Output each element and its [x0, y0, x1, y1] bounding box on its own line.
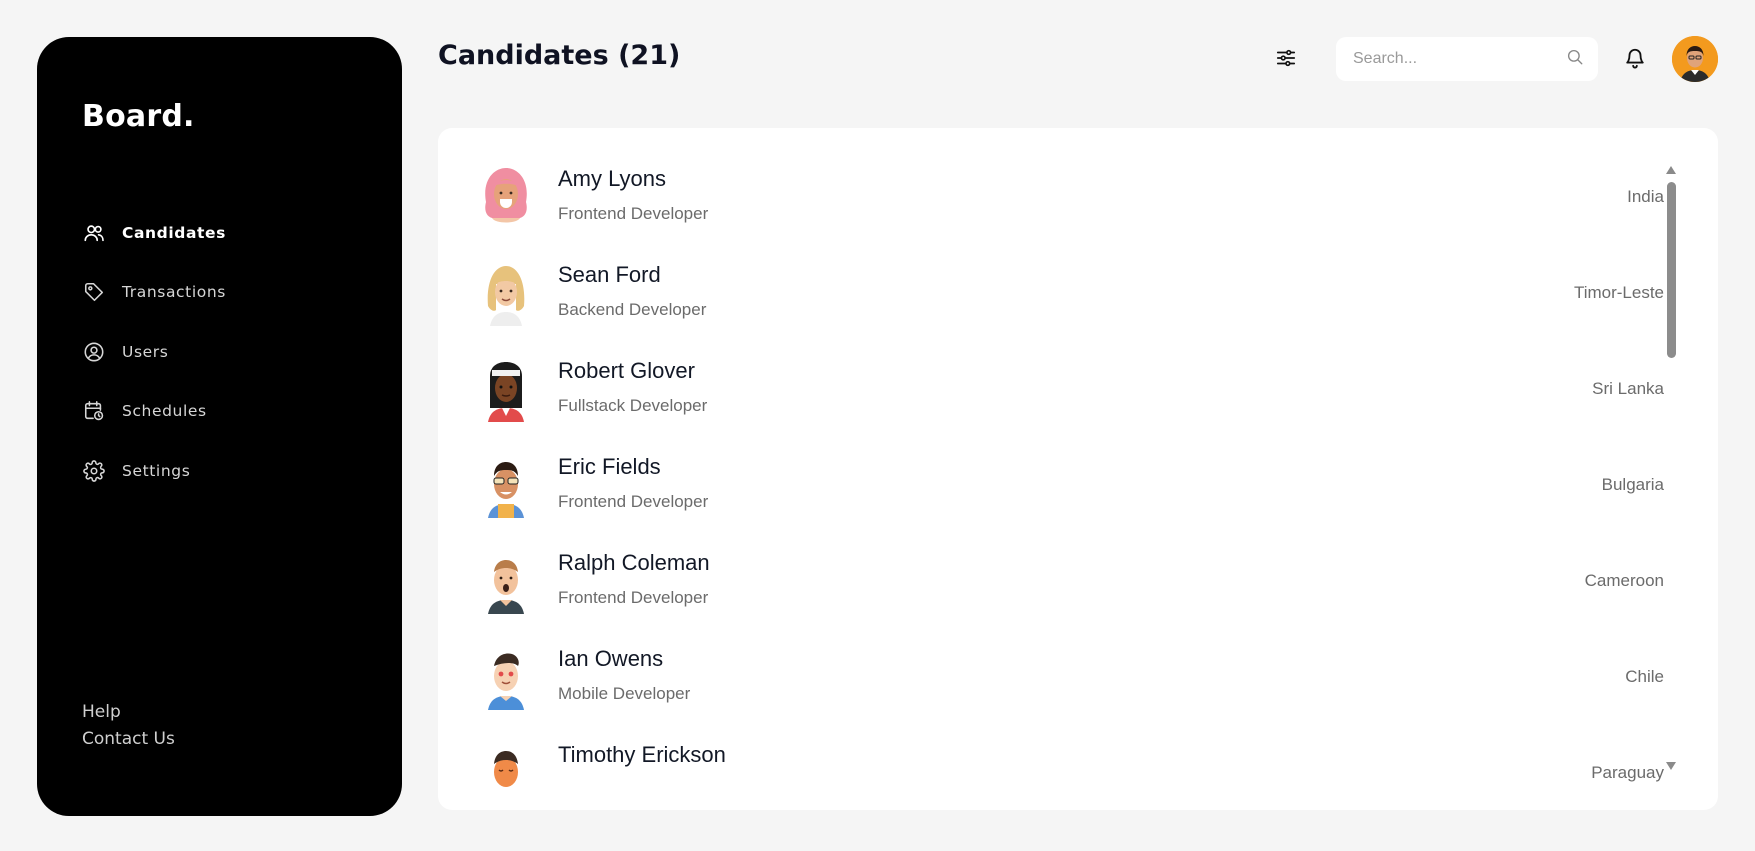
gear-icon — [82, 459, 106, 483]
candidate-name: Amy Lyons — [558, 166, 667, 191]
candidate-country: Chile — [1625, 667, 1664, 686]
bell-icon — [1624, 46, 1646, 75]
candidate-name: Eric Fields — [558, 454, 661, 479]
candidate-role: Mobile Developer — [558, 684, 691, 703]
candidates-panel: Amy Lyons Frontend Developer India Sean … — [438, 128, 1718, 810]
sliders-icon — [1275, 47, 1297, 74]
candidate-country: Paraguay — [1591, 763, 1664, 782]
candidate-avatar — [478, 262, 534, 326]
sidebar: Board. Candidates Transactions Users Sch… — [37, 37, 402, 816]
candidate-avatar — [478, 550, 534, 614]
tag-icon — [82, 280, 106, 304]
scroll-thumb[interactable] — [1667, 182, 1676, 358]
list-item[interactable]: Amy Lyons Frontend Developer India — [438, 166, 1678, 262]
candidate-name: Ralph Coleman — [558, 550, 710, 575]
candidate-name: Ian Owens — [558, 646, 664, 671]
page-title: Candidates (21) — [438, 40, 681, 71]
list-item[interactable]: Ian Owens Mobile Developer Chile — [438, 646, 1678, 742]
sidebar-item-label: Transactions — [122, 283, 226, 302]
sidebar-item-label: Settings — [122, 461, 191, 480]
brand-logo: Board. — [82, 99, 195, 134]
candidate-name: Sean Ford — [558, 262, 661, 287]
sidebar-item-settings[interactable]: Settings — [82, 441, 226, 501]
contact-us-link[interactable]: Contact Us — [82, 726, 175, 753]
candidate-role: Frontend Developer — [558, 588, 709, 607]
sidebar-item-candidates[interactable]: Candidates — [82, 203, 226, 263]
sidebar-item-label: Candidates — [122, 223, 226, 242]
notifications-button[interactable] — [1621, 46, 1649, 74]
candidate-country: Cameroon — [1584, 571, 1664, 590]
candidate-country: Timor-Leste — [1573, 283, 1664, 302]
list-item[interactable]: Sean Ford Backend Developer Timor-Leste — [438, 262, 1678, 358]
search-box — [1336, 37, 1598, 81]
users-icon — [82, 221, 106, 245]
sidebar-nav: Candidates Transactions Users Schedules … — [82, 203, 226, 501]
user-circle-icon — [82, 340, 106, 364]
candidate-name: Robert Glover — [558, 358, 695, 383]
list-item[interactable]: Timothy Erickson Paraguay — [438, 742, 1678, 804]
user-avatar[interactable] — [1672, 36, 1718, 82]
calendar-clock-icon — [82, 399, 106, 423]
sidebar-item-schedules[interactable]: Schedules — [82, 382, 226, 442]
search-icon[interactable] — [1566, 48, 1584, 71]
list-item[interactable]: Ralph Coleman Frontend Developer Cameroo… — [438, 550, 1678, 646]
list-item[interactable]: Robert Glover Fullstack Developer Sri La… — [438, 358, 1678, 454]
filter-button[interactable] — [1272, 46, 1300, 74]
candidate-avatar — [478, 358, 534, 422]
candidate-role: Frontend Developer — [558, 204, 709, 223]
candidate-avatar — [478, 454, 534, 518]
candidate-name: Timothy Erickson — [558, 742, 726, 767]
candidate-avatar — [478, 742, 534, 804]
sidebar-item-transactions[interactable]: Transactions — [82, 263, 226, 323]
candidate-role: Fullstack Developer — [558, 396, 708, 415]
sidebar-footer: Help Contact Us — [82, 699, 175, 753]
candidates-list: Amy Lyons Frontend Developer India Sean … — [438, 166, 1678, 804]
candidate-avatar — [478, 646, 534, 710]
candidate-country: Sri Lanka — [1592, 379, 1664, 398]
sidebar-item-label: Users — [122, 342, 169, 361]
help-link[interactable]: Help — [82, 699, 175, 726]
sidebar-item-label: Schedules — [122, 402, 207, 421]
sidebar-item-users[interactable]: Users — [82, 322, 226, 382]
list-scrollbar[interactable] — [1664, 166, 1678, 770]
scroll-down-arrow-icon[interactable] — [1666, 762, 1676, 770]
list-item[interactable]: Eric Fields Frontend Developer Bulgaria — [438, 454, 1678, 550]
candidate-country: Bulgaria — [1601, 475, 1664, 494]
search-input[interactable] — [1353, 50, 1566, 68]
candidate-role: Backend Developer — [558, 300, 707, 319]
candidate-role: Frontend Developer — [558, 492, 709, 511]
candidate-country: India — [1627, 187, 1664, 206]
candidate-avatar — [478, 166, 534, 230]
scroll-up-arrow-icon[interactable] — [1666, 166, 1676, 174]
